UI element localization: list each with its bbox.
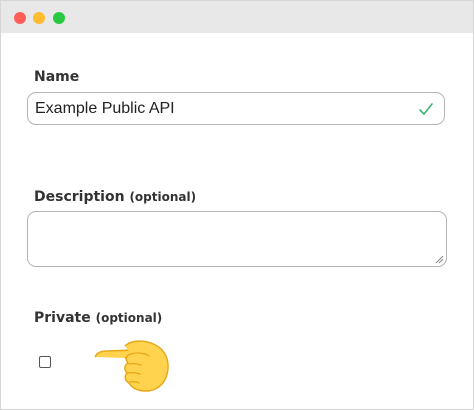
private-checkbox[interactable] (39, 356, 51, 368)
description-field[interactable] (27, 211, 447, 267)
resize-handle-icon[interactable] (435, 255, 444, 264)
private-label: Private (optional) (34, 310, 162, 326)
private-label-text: Private (34, 310, 91, 326)
app-window: Name Description (optional) Private (opt… (0, 0, 474, 410)
title-bar (1, 1, 473, 33)
description-label: Description (optional) (34, 189, 196, 205)
pointing-hand-icon (94, 340, 169, 392)
name-field[interactable] (27, 92, 445, 125)
private-optional-hint: (optional) (95, 311, 163, 325)
close-button[interactable] (14, 12, 26, 24)
name-label: Name (34, 69, 79, 85)
name-input[interactable] (35, 98, 405, 120)
minimize-button[interactable] (33, 12, 45, 24)
description-optional-hint: (optional) (129, 190, 197, 204)
name-label-text: Name (34, 69, 80, 85)
checkmark-icon (419, 103, 433, 115)
description-textarea[interactable] (34, 216, 433, 264)
maximize-button[interactable] (53, 12, 65, 24)
description-label-text: Description (34, 189, 125, 205)
